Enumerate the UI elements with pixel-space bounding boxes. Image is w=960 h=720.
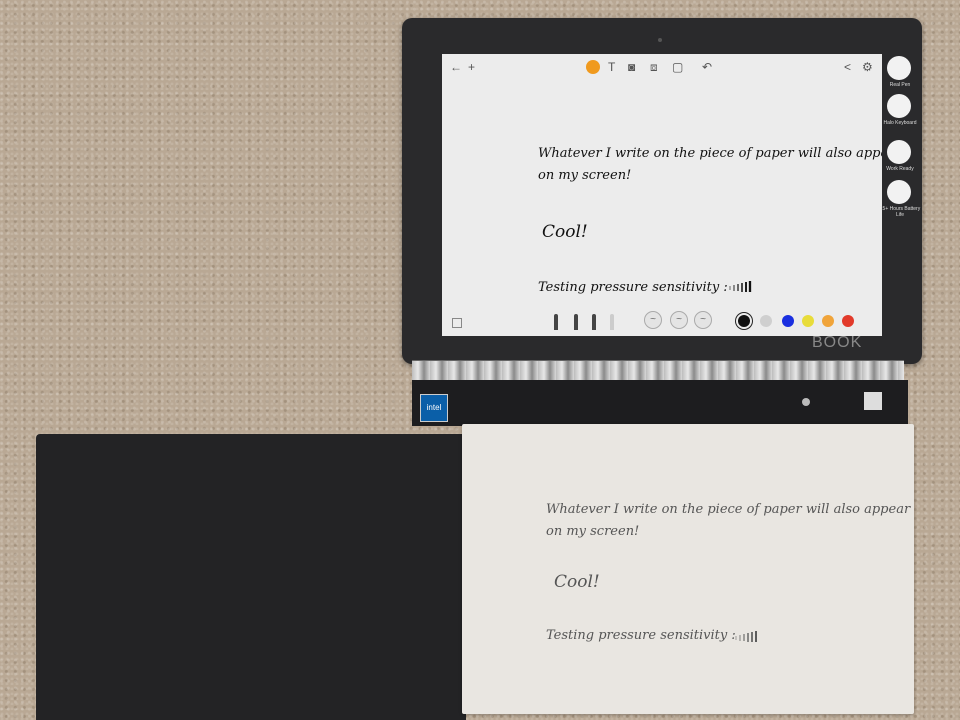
- note-line-1: Whatever I write on the piece of paper w…: [538, 146, 882, 161]
- color-swatch-black[interactable]: [738, 315, 750, 327]
- feature-label: 15+ Hours Battery Life: [879, 206, 921, 218]
- feature-label: Real Pen: [889, 82, 911, 88]
- eraser-icon[interactable]: [610, 314, 614, 330]
- brush-size-medium[interactable]: ~: [670, 311, 688, 329]
- note-line-2: on my screen!: [538, 168, 632, 183]
- tablet-screen-half: ← + T ◙ ⧈ ▢ ↶ < ⚙ Whatever I write on th…: [402, 18, 922, 364]
- pen-icon: [887, 56, 911, 80]
- pen-icon[interactable]: [586, 60, 600, 74]
- paper-line-2: on my screen!: [546, 524, 640, 539]
- frame-icon[interactable]: ▢: [672, 60, 683, 74]
- brush-size-large[interactable]: ~: [694, 311, 712, 329]
- brush-size-small[interactable]: ~: [644, 311, 662, 329]
- text-icon[interactable]: T: [608, 60, 615, 74]
- power-button[interactable]: [802, 398, 810, 406]
- briefcase-icon: [887, 140, 911, 164]
- base-top-strip: intel: [412, 380, 908, 426]
- note-app-screen: ← + T ◙ ⧈ ▢ ↶ < ⚙ Whatever I write on th…: [442, 54, 882, 336]
- settings-icon[interactable]: ⚙: [862, 60, 873, 74]
- battery-icon: [887, 180, 911, 204]
- intel-badge: intel: [420, 394, 448, 422]
- watchband-hinge: [412, 360, 904, 382]
- keyboard-icon: [887, 94, 911, 118]
- note-line-4: Testing pressure sensitivity :: [538, 280, 728, 295]
- energy-badge: [864, 392, 882, 410]
- back-arrow-icon[interactable]: ←: [450, 60, 462, 74]
- book-cover: [36, 434, 466, 720]
- marker-icon[interactable]: [592, 314, 596, 330]
- paper-line-4: Testing pressure sensitivity :: [546, 628, 736, 643]
- note-line-3: Cool!: [542, 222, 588, 242]
- color-swatch-blue[interactable]: [782, 315, 794, 327]
- page-icon[interactable]: [452, 318, 462, 328]
- fountain-pen-icon[interactable]: [554, 314, 558, 330]
- undo-icon[interactable]: ↶: [702, 60, 712, 74]
- front-camera: [658, 38, 662, 42]
- color-swatch-gray[interactable]: [760, 315, 772, 327]
- pressure-strokes: [729, 281, 752, 292]
- note-toolbar: ← + T ◙ ⧈ ▢ ↶ < ⚙: [442, 54, 882, 82]
- brand-logo: BOOK: [812, 334, 863, 351]
- paper-line-3: Cool!: [554, 572, 600, 592]
- color-swatch-red[interactable]: [842, 315, 854, 327]
- feature-label: Halo Keyboard: [883, 120, 917, 126]
- camera-icon[interactable]: ◙: [628, 60, 635, 74]
- color-swatch-yellow[interactable]: [802, 315, 814, 327]
- color-swatch-orange[interactable]: [822, 315, 834, 327]
- paper-pressure-strokes: [735, 631, 757, 642]
- paper-pad: Whatever I write on the piece of paper w…: [462, 424, 914, 714]
- ballpoint-pen-icon[interactable]: [574, 314, 578, 330]
- share-icon[interactable]: <: [844, 60, 851, 74]
- feature-label: Work Ready: [886, 166, 914, 172]
- plus-icon[interactable]: +: [468, 60, 475, 74]
- crop-icon[interactable]: ⧈: [650, 60, 658, 74]
- paper-line-1: Whatever I write on the piece of paper w…: [546, 502, 911, 517]
- pen-toolbar: ~ ~ ~: [442, 306, 882, 336]
